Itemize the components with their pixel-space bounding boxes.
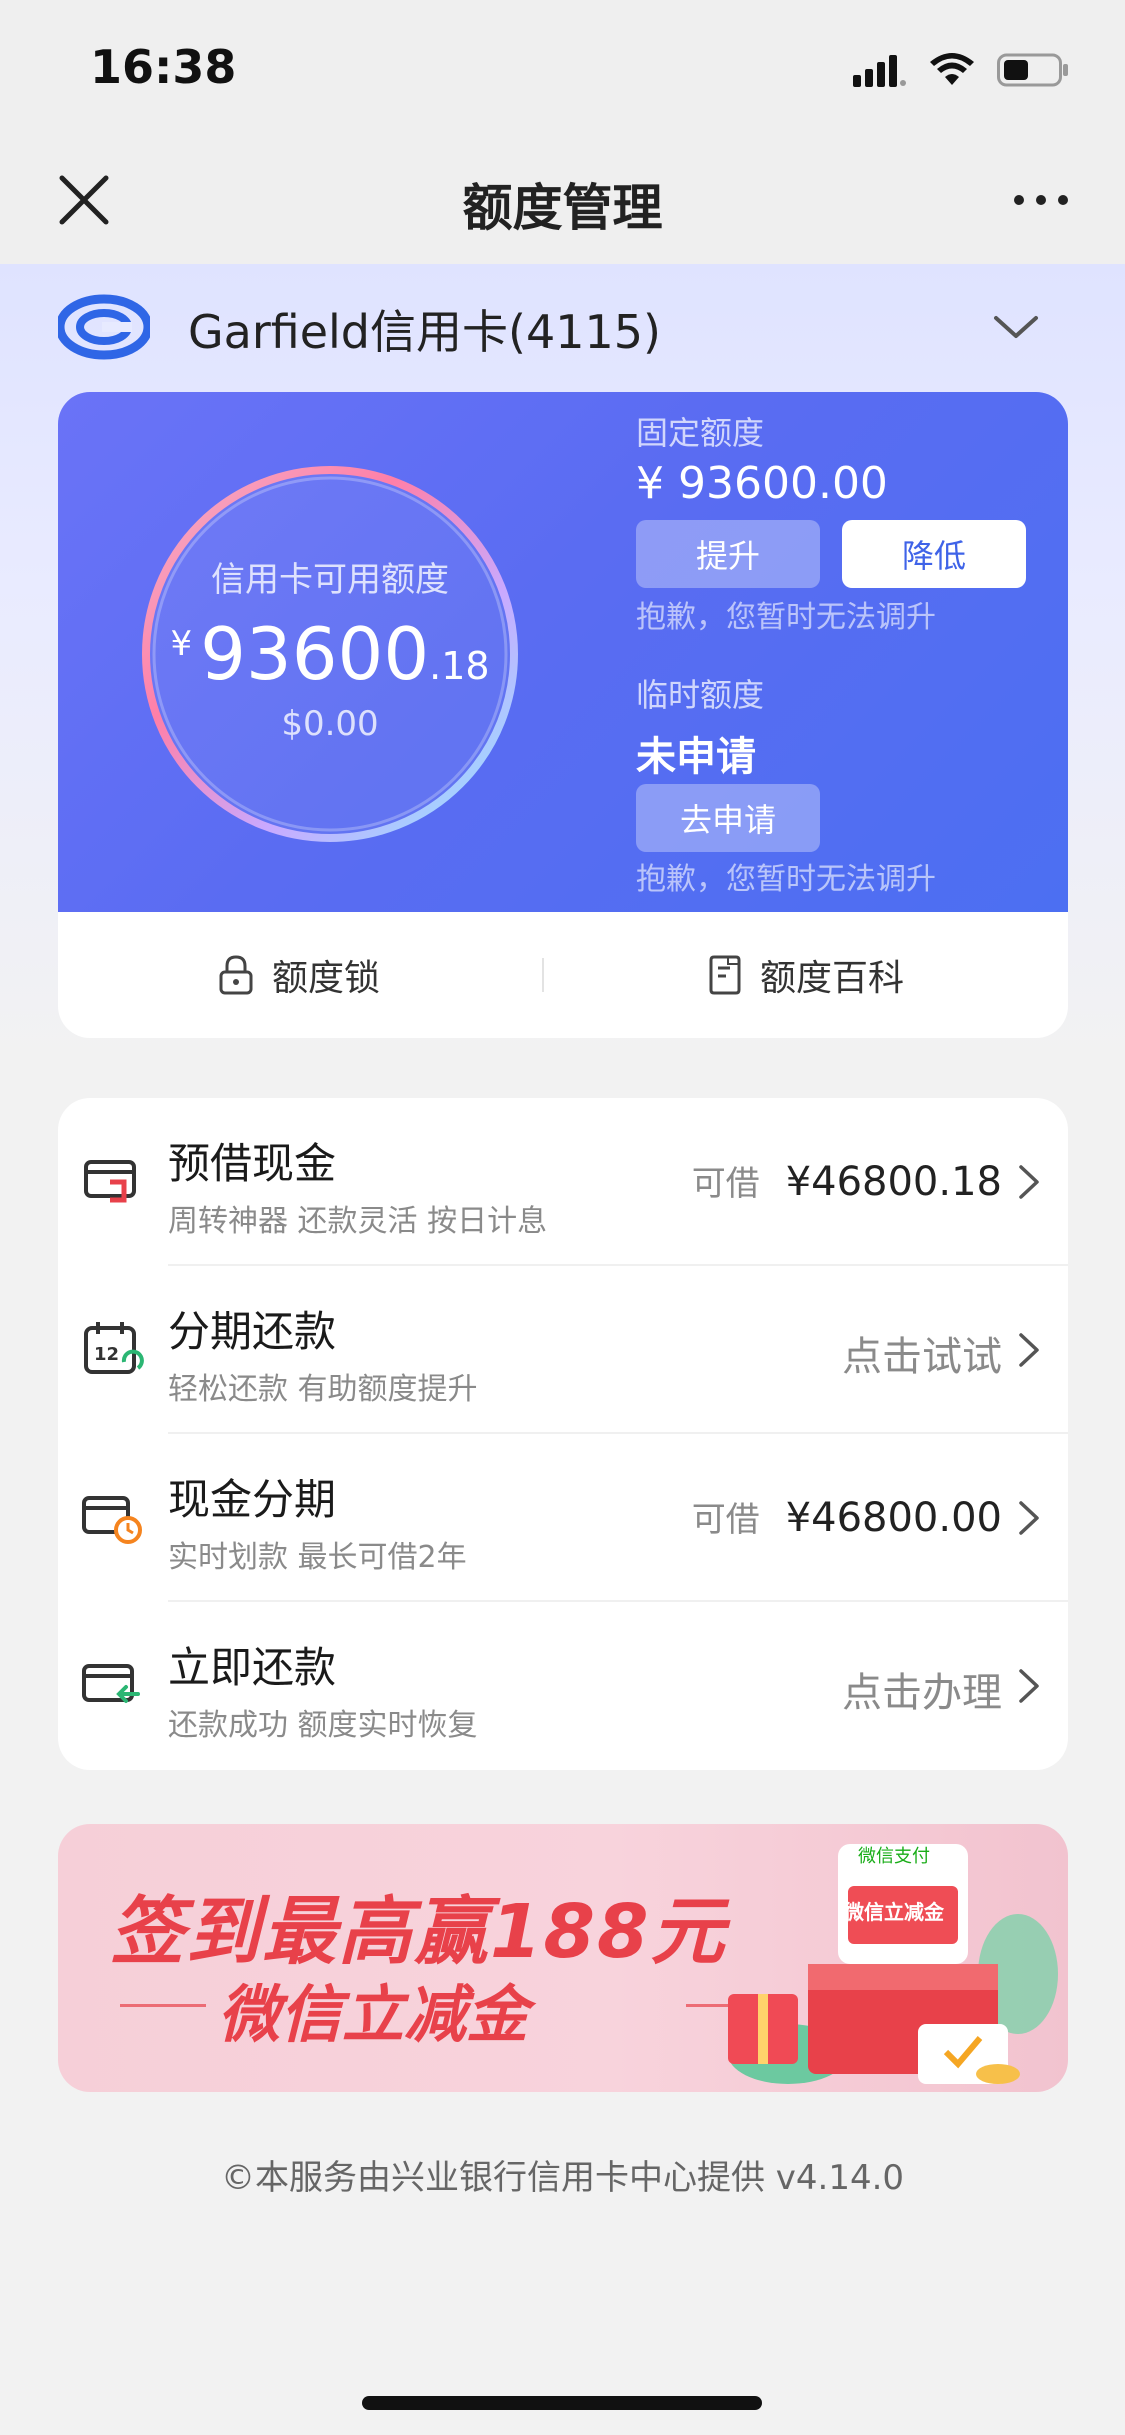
fixed-limit-value: ¥ 93600.00 [636,458,888,509]
temp-limit-label: 临时额度 [636,676,765,714]
service-subtitle: 轻松还款 有助额度提升 [168,1372,478,1407]
chevron-right-icon [1019,1669,1039,1703]
card-selector[interactable]: Garfield信用卡(4115) [58,292,1068,362]
status-time: 16:38 [90,40,237,94]
nav-bar: 额度管理 [0,140,1125,264]
available-int: 93600 [200,612,430,696]
signal-icon [853,55,906,87]
cash-installment-icon [82,1496,142,1544]
apply-temp-limit-button[interactable]: 去申请 [636,784,820,852]
service-title: 现金分期 [168,1475,337,1524]
chevron-right-icon [1019,1333,1039,1367]
service-subtitle: 还款成功 额度实时恢复 [168,1708,478,1743]
service-value: 可借 ¥46800.18 [692,1156,1002,1205]
service-prefix: 可借 [691,1500,760,1540]
chevron-right-icon [1019,1165,1039,1199]
service-cash-advance[interactable]: 预借现金 周转神器 还款灵活 按日计息 可借 ¥46800.18 [58,1098,1068,1266]
status-bar: 16:38 [0,0,1125,140]
service-cta: 点击办理 [842,1670,1002,1716]
svg-text:12: 12 [94,1344,119,1365]
document-icon [709,955,741,995]
service-prefix: 可借 [691,1164,760,1204]
repay-icon [82,1664,140,1703]
temp-limit-value: 未申请 [636,734,756,780]
service-subtitle: 实时划款 最长可借2年 [168,1540,467,1575]
banner-subheadline: 微信立减金 [218,1978,529,2051]
service-value: 点击办理 [842,1660,1002,1718]
service-title: 立即还款 [168,1643,337,1692]
credit-limit-panel: 信用卡可用额度 ¥93600.18 $0.00 固定额度 ¥ 93600.00 … [58,392,1068,912]
fixed-limit-label: 固定额度 [636,414,765,452]
service-subtitle: 周转神器 还款灵活 按日计息 [168,1204,548,1239]
promo-banner[interactable]: 签到最高赢188元 微信立减金 微信支付 微信立减金 [58,1824,1068,2092]
page-title: 额度管理 [462,179,663,237]
service-list: 预借现金 周转神器 还款灵活 按日计息 可借 ¥46800.18 12 分期还款… [58,1098,1068,1770]
lower-limit-button[interactable]: 降低 [842,520,1026,588]
service-amount: ¥46800.18 [785,1159,1002,1205]
chevron-right-icon [1019,1501,1039,1535]
fixed-limit-note: 抱歉，您暂时无法调升 [636,600,936,635]
coupon-label: 微信立减金 [844,1900,944,1924]
available-limit-label: 信用卡可用额度 [211,560,449,600]
raise-limit-button[interactable]: 提升 [636,520,820,588]
wechat-pay-label: 微信支付 [858,1846,930,1867]
banner-rule-left [120,2004,206,2007]
service-installment[interactable]: 12 分期还款 轻松还款 有助额度提升 点击试试 [58,1266,1068,1434]
banner-headline: 签到最高赢188元 [110,1889,727,1975]
more-icon[interactable] [1011,190,1071,210]
card-actions: 额度锁 额度百科 [58,912,1068,1038]
service-repay-now[interactable]: 立即还款 还款成功 额度实时恢复 点击办理 [58,1602,1068,1770]
battery-icon [997,53,1068,87]
foreign-amount: $0.00 [281,704,379,744]
limit-wiki-label: 额度百科 [760,958,905,999]
service-value: 可借 ¥46800.00 [692,1492,1002,1541]
service-title: 分期还款 [168,1307,337,1356]
cash-advance-icon [84,1160,136,1203]
limit-wiki-button[interactable]: 额度百科 [708,950,904,1000]
service-amount: ¥46800.00 [785,1495,1002,1541]
chevron-down-icon[interactable] [992,310,1040,344]
service-value: 点击试试 [842,1324,1002,1382]
temp-limit-note: 抱歉，您暂时无法调升 [636,862,936,897]
action-divider [542,958,544,992]
status-icons [853,46,1069,94]
home-indicator[interactable] [362,2396,762,2410]
service-cash-installment[interactable]: 现金分期 实时划款 最长可借2年 可借 ¥46800.00 [58,1434,1068,1602]
limit-lock-label: 额度锁 [272,958,381,999]
available-dec: .18 [429,644,490,688]
calendar-icon: 12 [84,1322,144,1374]
footer-text: ©本服务由兴业银行信用卡中心提供 v4.14.0 [220,2158,905,2198]
service-cta: 点击试试 [842,1334,1002,1380]
service-title: 预借现金 [168,1139,337,1188]
limit-details: 固定额度 ¥ 93600.00 提升 降低 抱歉，您暂时无法调升 临时额度 未申… [636,392,1056,912]
bank-logo-icon [58,294,150,360]
available-limit-amount: ¥93600.18 [130,612,530,696]
currency-symbol: ¥ [170,624,193,664]
lock-icon [219,955,253,995]
wifi-icon [930,53,974,85]
card-name: Garfield信用卡(4115) [188,305,661,359]
limit-lock-button[interactable]: 额度锁 [218,950,380,1000]
